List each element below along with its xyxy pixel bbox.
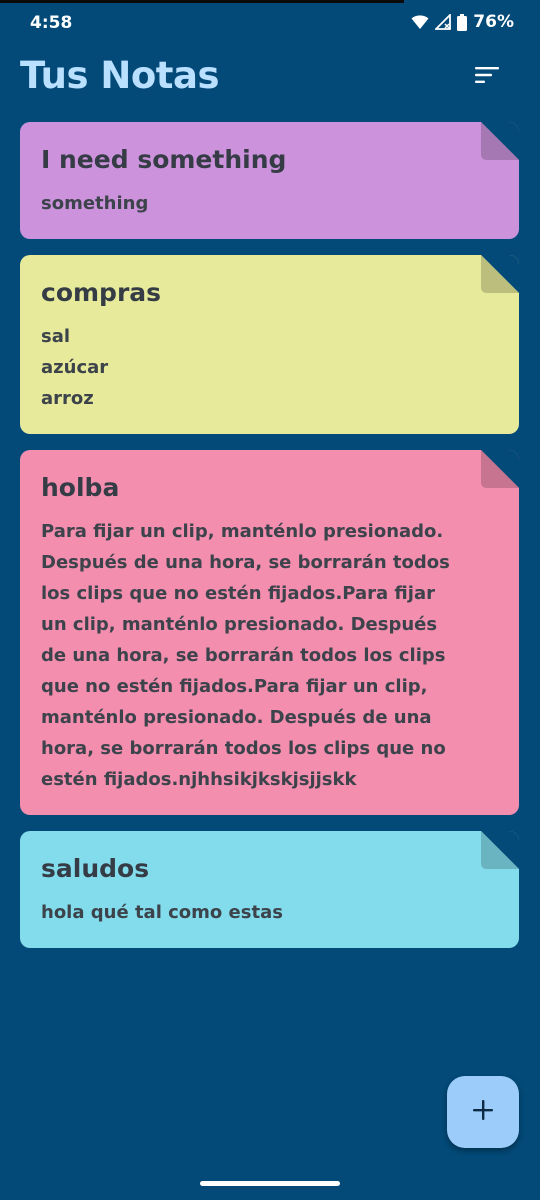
wifi-icon: [411, 14, 429, 30]
note-title: saludos: [41, 854, 150, 883]
status-icons: 76%: [411, 12, 514, 32]
notes-list: I need something something compras sal a…: [20, 122, 519, 964]
note-fold-corner: [481, 122, 519, 160]
home-indicator[interactable]: [200, 1181, 340, 1186]
note-card[interactable]: saludos hola qué tal como estas: [20, 831, 519, 948]
status-bar: 4:58 76%: [0, 0, 540, 44]
add-note-button[interactable]: [447, 1076, 519, 1148]
sort-button[interactable]: [464, 56, 510, 98]
note-card[interactable]: compras sal azúcar arroz: [20, 255, 519, 434]
note-title: compras: [41, 278, 162, 307]
note-fold-corner: [481, 255, 519, 293]
note-body: something: [41, 193, 149, 214]
status-topline: [0, 0, 404, 3]
note-body: sal azúcar arroz: [41, 326, 109, 409]
note-fold-corner: [481, 831, 519, 869]
note-body: hola qué tal como estas: [41, 902, 283, 923]
plus-icon: [472, 1099, 494, 1125]
note-card[interactable]: holba Para fijar un clip, manténlo presi…: [20, 450, 519, 815]
note-title: holba: [41, 473, 120, 502]
battery-percentage: 76%: [473, 12, 514, 32]
sort-icon: [475, 66, 499, 88]
note-card[interactable]: I need something something: [20, 122, 519, 239]
note-title: I need something: [41, 145, 287, 174]
status-time: 4:58: [30, 13, 73, 33]
signal-icon: [435, 14, 452, 30]
note-body: Para fijar un clip, manténlo presionado.…: [41, 521, 450, 790]
note-fold-corner: [481, 450, 519, 488]
page-title: Tus Notas: [20, 54, 219, 97]
battery-icon: [457, 13, 468, 31]
